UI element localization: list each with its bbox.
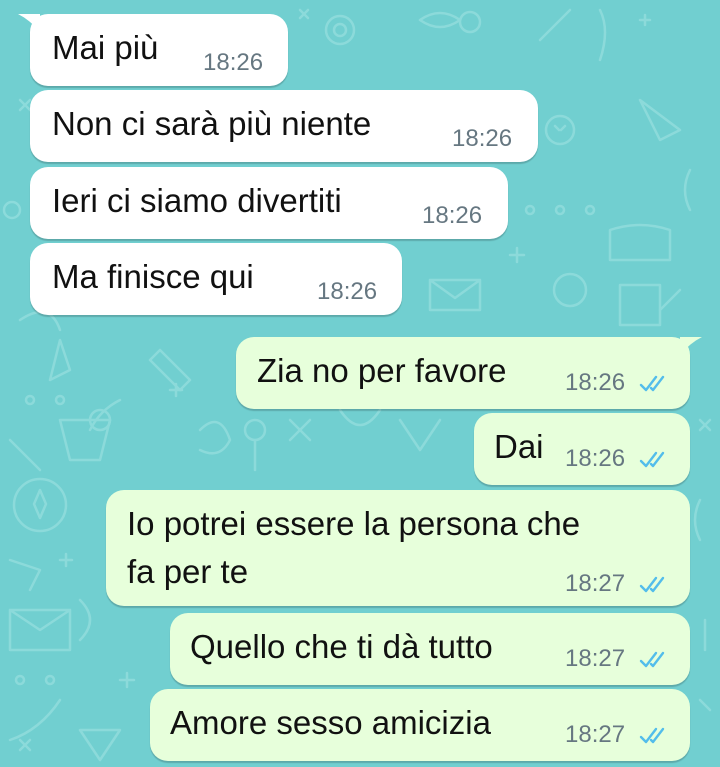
message-text: Dai — [494, 428, 544, 465]
message-text-line1: Io potrei essere la persona che — [127, 505, 581, 542]
message-text-line2: fa per te — [127, 553, 249, 590]
chat-message-list[interactable]: Mai più 18:26 Non ci sarà più niente 18:… — [0, 0, 720, 767]
message-text: Ieri ci siamo divertiti — [52, 182, 342, 219]
message-text: Mai più — [52, 29, 159, 66]
outgoing-message[interactable]: Io potrei essere la persona che fa per t… — [106, 490, 690, 606]
message-text: Ma finisce qui — [52, 258, 254, 295]
message-timestamp: 18:26 — [452, 125, 513, 152]
bubble-tail — [18, 14, 40, 32]
message-timestamp: 18:26 — [565, 369, 626, 396]
double-check-read-icon — [639, 451, 665, 468]
message-text: Quello che ti dà tutto — [190, 628, 493, 665]
message-text: Zia no per favore — [257, 352, 507, 389]
message-timestamp: 18:27 — [565, 570, 626, 597]
outgoing-message[interactable]: Zia no per favore 18:26 — [236, 337, 702, 409]
outgoing-message[interactable]: Quello che ti dà tutto 18:27 — [170, 613, 690, 685]
message-text: Non ci sarà più niente — [52, 105, 372, 142]
double-check-read-icon — [639, 375, 665, 392]
incoming-message[interactable]: Non ci sarà più niente 18:26 — [30, 90, 538, 162]
message-timestamp: 18:27 — [565, 645, 626, 672]
message-timestamp: 18:27 — [565, 721, 626, 748]
message-text: Amore sesso amicizia — [170, 704, 491, 741]
incoming-message[interactable]: Ma finisce qui 18:26 — [30, 243, 402, 315]
outgoing-message[interactable]: Dai 18:26 — [474, 413, 690, 485]
double-check-read-icon — [639, 727, 665, 744]
double-check-read-icon — [639, 651, 665, 668]
incoming-message[interactable]: Mai più 18:26 — [18, 14, 288, 86]
message-timestamp: 18:26 — [203, 49, 264, 76]
bubble-tail — [680, 337, 702, 355]
outgoing-message[interactable]: Amore sesso amicizia 18:27 — [150, 689, 690, 761]
double-check-read-icon — [639, 576, 665, 593]
message-timestamp: 18:26 — [422, 202, 483, 229]
message-timestamp: 18:26 — [317, 278, 378, 305]
incoming-message[interactable]: Ieri ci siamo divertiti 18:26 — [30, 167, 508, 239]
message-timestamp: 18:26 — [565, 445, 626, 472]
